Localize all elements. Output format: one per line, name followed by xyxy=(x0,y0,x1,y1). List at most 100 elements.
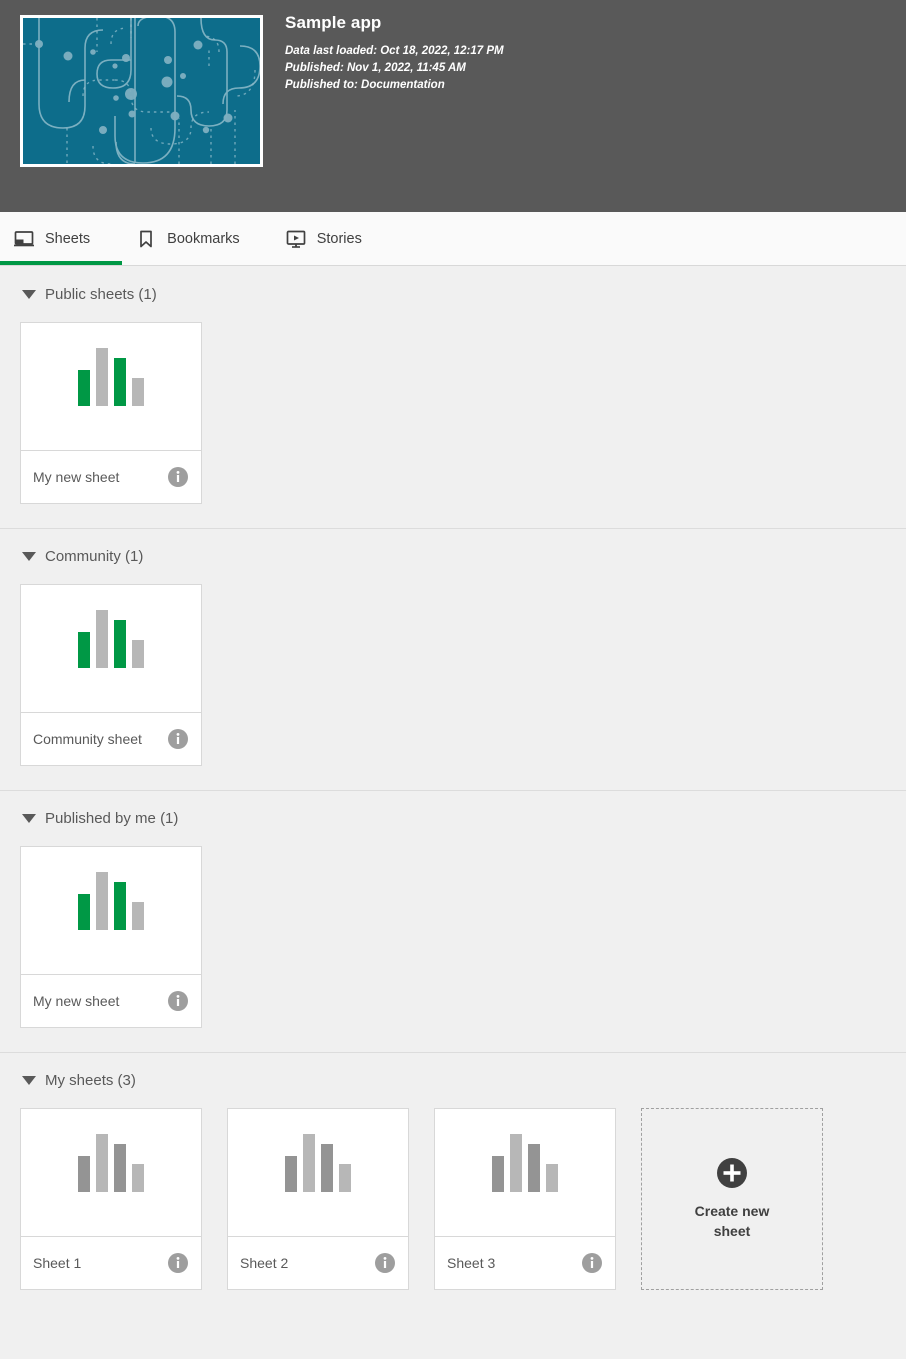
section-header-published-by-me[interactable]: Published by me (1) xyxy=(0,790,906,846)
chart-bar xyxy=(78,632,90,668)
sheet-card-list: Community sheet xyxy=(0,584,906,766)
section-title: Published by me (1) xyxy=(45,810,179,827)
section-community: Community (1) Community sheet xyxy=(0,528,906,790)
sheet-title: My new sheet xyxy=(33,469,120,485)
sheet-thumbnail[interactable] xyxy=(21,847,201,975)
sheet-card-footer: Sheet 2 xyxy=(228,1237,408,1289)
tab-stories-label: Stories xyxy=(316,230,362,247)
sheet-card-list: My new sheet xyxy=(0,322,906,504)
chart-bar xyxy=(114,357,126,406)
sheet-card-footer: My new sheet xyxy=(21,451,201,503)
chevron-down-icon[interactable] xyxy=(22,814,36,823)
sheet-thumbnail-chart xyxy=(78,348,144,406)
tab-stories[interactable]: Stories xyxy=(286,212,378,265)
section-header-public-sheets[interactable]: Public sheets (1) xyxy=(0,266,906,322)
sheet-thumbnail[interactable] xyxy=(21,1109,201,1237)
chevron-down-icon[interactable] xyxy=(22,289,36,299)
sheet-card[interactable]: My new sheet xyxy=(20,846,202,1028)
sheet-thumbnail[interactable] xyxy=(228,1109,408,1237)
section-header-my-sheets[interactable]: My sheets (3) xyxy=(0,1052,906,1108)
app-header: Sample app Data last loaded: Oct 18, 202… xyxy=(0,0,906,212)
sheet-title: My new sheet xyxy=(33,993,120,1009)
stories-icon xyxy=(286,230,306,248)
section-published-by-me: Published by me (1) My new sheet xyxy=(0,790,906,1052)
section-title: My sheets (3) xyxy=(45,1072,136,1089)
sheet-thumbnail-chart xyxy=(285,1134,351,1192)
app-title: Sample app xyxy=(285,13,382,32)
tab-bookmarks-label: Bookmarks xyxy=(167,230,240,247)
sheet-info-button[interactable] xyxy=(581,1252,603,1274)
chevron-down-icon[interactable] xyxy=(22,1076,36,1085)
sheet-card-list: My new sheet xyxy=(0,846,906,1028)
sheet-info-button[interactable] xyxy=(167,466,189,488)
app-metadata: Sample app Data last loaded: Oct 18, 202… xyxy=(285,13,504,94)
tab-sheets-label: Sheets xyxy=(45,230,91,247)
sheet-info-button[interactable] xyxy=(167,1252,189,1274)
plus-circle-icon-wrap[interactable] xyxy=(716,1157,748,1189)
sheet-info-button[interactable] xyxy=(167,728,189,750)
chart-bar xyxy=(510,1134,522,1192)
tab-sheets[interactable]: Sheets xyxy=(0,212,123,265)
chart-bar xyxy=(132,378,144,406)
sheet-thumbnail[interactable] xyxy=(435,1109,615,1237)
section-public-sheets: Public sheets (1) My new sheet xyxy=(0,266,906,528)
app-thumbnail[interactable] xyxy=(20,15,263,167)
chart-bar xyxy=(132,640,144,668)
chart-bar xyxy=(321,1143,333,1192)
info-icon[interactable] xyxy=(167,466,189,488)
chevron-down-icon[interactable] xyxy=(22,552,36,561)
chart-bar xyxy=(285,1156,297,1192)
app-data-last-loaded: Data last loaded: Oct 18, 2022, 12:17 PM xyxy=(285,44,504,57)
sheet-thumbnail[interactable] xyxy=(21,323,201,451)
tab-bookmarks[interactable]: Bookmarks xyxy=(136,212,256,265)
sheet-title: Sheet 2 xyxy=(240,1255,289,1271)
chart-bar xyxy=(492,1156,504,1192)
tab-bar: Sheets Bookmarks Stories xyxy=(0,212,906,266)
section-title: Community (1) xyxy=(45,548,144,565)
sheet-title: Sheet 3 xyxy=(447,1255,496,1271)
section-header-community[interactable]: Community (1) xyxy=(0,528,906,584)
app-published-to: Published to: Documentation xyxy=(285,78,445,91)
create-new-sheet-label: Create new sheet xyxy=(694,1203,770,1239)
chart-bar xyxy=(96,872,108,930)
chart-bar xyxy=(78,370,90,406)
chart-bar xyxy=(96,348,108,406)
sheet-thumbnail-chart xyxy=(78,1134,144,1192)
sheet-card[interactable]: Sheet 3 xyxy=(434,1108,616,1290)
info-icon[interactable] xyxy=(374,1252,396,1274)
bookmark-icon xyxy=(140,230,153,247)
sheet-card[interactable]: My new sheet xyxy=(20,322,202,504)
sheet-title: Sheet 1 xyxy=(33,1255,82,1271)
info-icon[interactable] xyxy=(167,728,189,750)
create-new-sheet-button[interactable]: Create new sheet xyxy=(641,1108,823,1290)
sheet-info-button[interactable] xyxy=(167,990,189,1012)
sheet-thumbnail-chart xyxy=(492,1134,558,1192)
chart-bar xyxy=(96,610,108,668)
chart-bar xyxy=(96,1134,108,1192)
bottom-spacer xyxy=(0,1314,906,1330)
sheet-thumbnail-chart xyxy=(78,610,144,668)
info-icon[interactable] xyxy=(581,1252,603,1274)
sheet-card[interactable]: Sheet 2 xyxy=(227,1108,409,1290)
chart-bar xyxy=(132,902,144,930)
sheet-thumbnail[interactable] xyxy=(21,585,201,713)
sheet-card[interactable]: Community sheet xyxy=(20,584,202,766)
sheet-info-button[interactable] xyxy=(374,1252,396,1274)
chart-bar xyxy=(114,619,126,668)
sheets-icon xyxy=(14,230,34,246)
sheet-card-footer: My new sheet xyxy=(21,975,201,1027)
info-icon[interactable] xyxy=(167,990,189,1012)
sheet-card[interactable]: Sheet 1 xyxy=(20,1108,202,1290)
section-my-sheets: My sheets (3) Sheet 1 Sheet 2 Sheet 3 Cr… xyxy=(0,1052,906,1314)
section-title: Public sheets (1) xyxy=(45,285,157,303)
sheet-card-list: Sheet 1 Sheet 2 Sheet 3 Create new sheet xyxy=(0,1108,906,1290)
sheet-card-footer: Community sheet xyxy=(21,713,201,765)
info-icon[interactable] xyxy=(167,1252,189,1274)
sheet-title: Community sheet xyxy=(33,731,142,747)
plus-circle-icon[interactable] xyxy=(716,1157,748,1189)
sheets-content: Public sheets (1) My new sheet Community… xyxy=(0,266,906,1314)
chart-bar xyxy=(339,1164,351,1192)
chart-bar xyxy=(546,1164,558,1192)
sheet-card-footer: Sheet 1 xyxy=(21,1237,201,1289)
chart-bar xyxy=(114,881,126,930)
